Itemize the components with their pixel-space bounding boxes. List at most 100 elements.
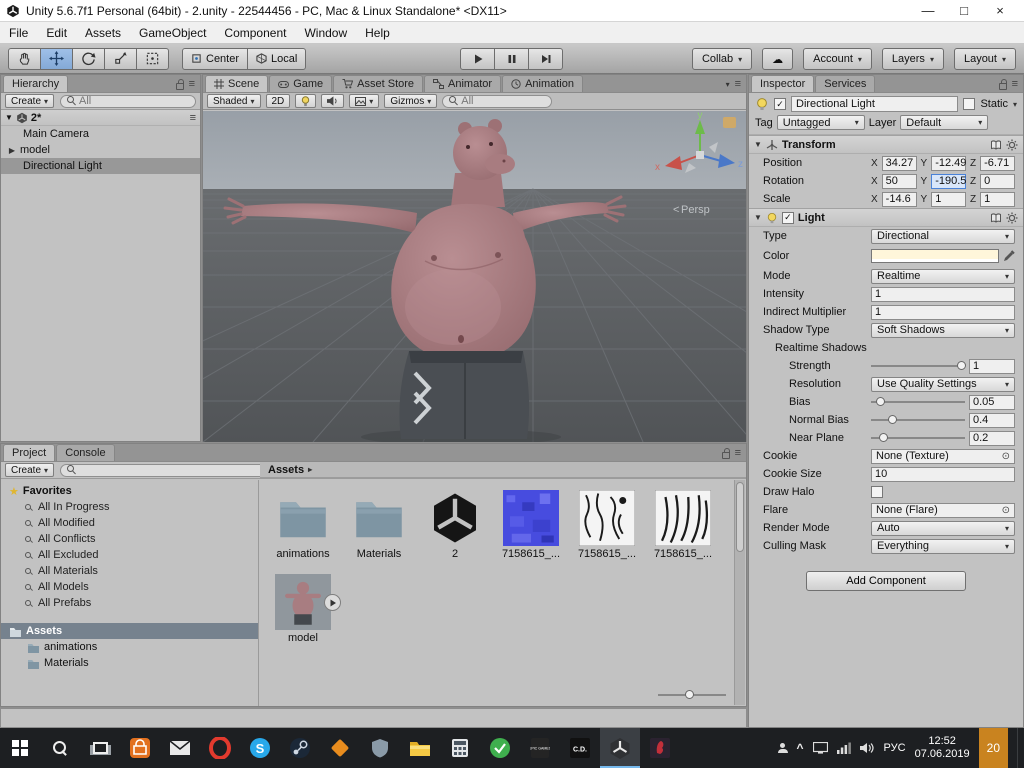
menu-help[interactable]: Help xyxy=(356,22,399,43)
position-y-field[interactable]: -12.49 xyxy=(931,155,966,171)
effects-dropdown[interactable]: ▾ xyxy=(349,94,380,108)
taskbar-file-explorer[interactable] xyxy=(400,728,440,768)
layers-button[interactable]: Layers ▾ xyxy=(881,48,944,70)
thumbnail-size-slider[interactable] xyxy=(658,689,726,701)
favorite-all-in-progress[interactable]: All In Progress xyxy=(1,499,258,515)
move-tool-button[interactable] xyxy=(40,47,73,70)
tab-inspector[interactable]: Inspector xyxy=(751,75,815,92)
menu-assets[interactable]: Assets xyxy=(76,22,130,43)
intensity-field[interactable]: 1 xyxy=(871,286,1015,302)
object-name-field[interactable]: Directional Light xyxy=(791,96,959,112)
lighting-toggle-button[interactable] xyxy=(295,94,317,108)
taskbar-unity-app[interactable] xyxy=(600,728,640,768)
light-type-dropdown[interactable]: Directional ▾ xyxy=(871,228,1015,244)
scale-tool-button[interactable] xyxy=(104,47,137,70)
notification-badge[interactable]: 20 xyxy=(978,728,1008,768)
favorite-all-excluded[interactable]: All Excluded xyxy=(1,547,258,563)
static-checkbox[interactable] xyxy=(963,98,976,110)
object-picker-icon[interactable]: ⊙ xyxy=(1002,505,1010,516)
menu-gameobject[interactable]: GameObject xyxy=(130,22,215,43)
position-x-field[interactable]: 34.27 xyxy=(881,155,917,171)
lock-icon[interactable] xyxy=(175,78,184,90)
panel-menu-icon[interactable]: ≡ xyxy=(735,78,741,90)
tab-scene[interactable]: Scene xyxy=(205,75,269,92)
position-z-field[interactable]: -6.71 xyxy=(980,155,1015,171)
enabled-checkbox[interactable]: ✓ xyxy=(774,98,786,110)
network-icon[interactable] xyxy=(836,742,851,754)
folder-materials[interactable]: Materials xyxy=(1,655,258,671)
asset-item-texture-blue[interactable]: 7158615_... xyxy=(500,490,562,560)
menu-file[interactable]: File xyxy=(0,22,37,43)
draw-mode-dropdown[interactable]: Shaded ▾ xyxy=(207,94,261,108)
shadow-type-dropdown[interactable]: Soft Shadows ▾ xyxy=(871,322,1015,338)
light-color-swatch[interactable] xyxy=(871,249,999,263)
scene-menu-icon[interactable]: ≡ xyxy=(190,112,196,124)
asset-item-texture-bw-1[interactable]: 7158615_... xyxy=(576,489,638,560)
tab-hierarchy[interactable]: Hierarchy xyxy=(3,75,69,92)
show-desktop-button[interactable] xyxy=(1017,728,1022,768)
scale-y-field[interactable]: 1 xyxy=(931,191,967,207)
add-component-button[interactable]: Add Component xyxy=(806,571,966,591)
render-mode-dropdown[interactable]: Auto ▾ xyxy=(871,520,1015,536)
tab-animation[interactable]: Animation xyxy=(502,75,583,92)
language-indicator[interactable]: РУС xyxy=(884,742,906,754)
rotation-y-field[interactable]: -190.5 xyxy=(931,173,966,189)
taskbar-calculator-app[interactable] xyxy=(440,728,480,768)
taskbar-store-app[interactable] xyxy=(120,728,160,768)
menu-component[interactable]: Component xyxy=(215,22,295,43)
menu-edit[interactable]: Edit xyxy=(37,22,76,43)
gizmos-dropdown[interactable]: Gizmos ▾ xyxy=(384,94,438,108)
play-button[interactable] xyxy=(460,47,495,70)
taskbar-search-button[interactable] xyxy=(40,728,80,768)
help-icon[interactable] xyxy=(990,139,1002,151)
foldout-icon[interactable]: ▼ xyxy=(754,213,762,222)
scale-z-field[interactable]: 1 xyxy=(980,191,1015,207)
light-component-header[interactable]: ▼ ✓ Light xyxy=(749,208,1023,227)
light-enabled-checkbox[interactable]: ✓ xyxy=(781,211,794,224)
display-icon[interactable] xyxy=(812,742,828,754)
pause-button[interactable] xyxy=(494,47,529,70)
taskbar-skype-app[interactable]: S xyxy=(240,728,280,768)
assets-scrollbar[interactable] xyxy=(734,480,745,705)
foldout-icon[interactable]: ▼ xyxy=(754,140,762,149)
pan-tool-button[interactable] xyxy=(8,47,41,70)
scene-search-input[interactable]: All xyxy=(442,94,553,108)
rotation-z-field[interactable]: 0 xyxy=(980,173,1015,189)
layer-dropdown[interactable]: Default ▾ xyxy=(900,115,989,130)
panel-menu-icon[interactable]: ≡ xyxy=(1012,78,1018,90)
taskbar-game-app[interactable] xyxy=(640,728,680,768)
cloud-button[interactable]: ☁ xyxy=(762,48,794,70)
gear-icon[interactable] xyxy=(1006,212,1018,224)
static-dropdown-icon[interactable]: ▾ xyxy=(1013,100,1017,109)
flare-object-field[interactable]: None (Flare) ⊙ xyxy=(871,502,1015,518)
favorites-header[interactable]: ★ Favorites xyxy=(1,483,258,499)
light-mode-dropdown[interactable]: Realtime ▾ xyxy=(871,268,1015,284)
cookie-object-field[interactable]: None (Texture) ⊙ xyxy=(871,448,1015,464)
tab-asset-store[interactable]: Asset Store xyxy=(333,75,424,92)
persp-label[interactable]: Persp xyxy=(681,204,710,216)
indirect-multiplier-field[interactable]: 1 xyxy=(871,304,1015,320)
asset-item-materials[interactable]: Materials xyxy=(348,490,410,560)
scale-x-field[interactable]: -14.6 xyxy=(881,191,917,207)
object-picker-icon[interactable]: ⊙ xyxy=(1002,451,1010,462)
bias-field[interactable]: 0.05 xyxy=(969,394,1015,410)
tab-list-icon[interactable]: ▾ xyxy=(726,80,730,89)
tag-dropdown[interactable]: Untagged ▾ xyxy=(776,115,865,130)
rotation-x-field[interactable]: 50 xyxy=(881,173,917,189)
taskbar-clock[interactable]: 12:52 07.06.2019 xyxy=(915,735,970,761)
start-button[interactable] xyxy=(0,728,40,768)
rect-tool-button[interactable] xyxy=(136,47,169,70)
hierarchy-item-directional-light[interactable]: Directional Light xyxy=(1,158,200,174)
people-icon[interactable] xyxy=(777,743,788,753)
account-button[interactable]: Account ▾ xyxy=(803,48,872,70)
strength-slider[interactable] xyxy=(871,359,967,373)
persp-toggle-icon[interactable]: < xyxy=(673,204,679,216)
preview-play-button[interactable] xyxy=(324,594,341,611)
assets-root-folder[interactable]: Assets xyxy=(1,623,258,639)
tab-animator[interactable]: Animator xyxy=(424,75,502,92)
normal-bias-field[interactable]: 0.4 xyxy=(969,412,1015,428)
favorite-all-modified[interactable]: All Modified xyxy=(1,515,258,531)
hierarchy-create-button[interactable]: Create ▾ xyxy=(5,94,55,108)
gizmo-z-label[interactable]: z xyxy=(738,159,743,170)
lock-icon[interactable] xyxy=(721,447,730,459)
